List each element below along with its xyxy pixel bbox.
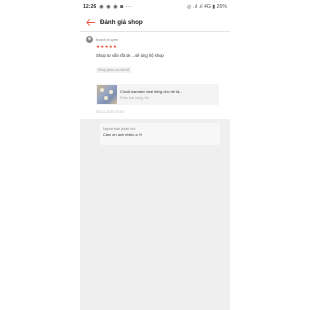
reviewer-row: thanh truyen bbox=[86, 35, 226, 44]
seller-reply-label: Người bán phản hồi: bbox=[103, 127, 136, 131]
background-panel bbox=[80, 119, 230, 310]
product-thumbnail bbox=[97, 85, 117, 104]
signal-battery-indicator: ◎ .ıl .ıl 4G ▮ 26% bbox=[187, 4, 227, 10]
page-title: Đánh giá shop bbox=[100, 18, 143, 26]
status-time: 12:26 bbox=[83, 4, 97, 10]
review-date: 05-01-2019 20:50 bbox=[96, 110, 125, 114]
app-bar: Đánh giá shop bbox=[80, 14, 230, 30]
rating-stars: ★★★★★ bbox=[96, 44, 118, 49]
reviewer-name: thanh truyen bbox=[96, 37, 119, 42]
avatar[interactable] bbox=[86, 36, 93, 43]
seller-reply-text: Cảm ơn anh nhiều ạ !!! bbox=[103, 133, 142, 137]
screen: 12:26 ◉ ◉ ◉ ◙ ··· ◎ .ıl .ıl 4G ▮ 26% Đán… bbox=[80, 0, 230, 310]
header-divider bbox=[80, 31, 230, 32]
notification-icons: ◉ ◉ ◉ ◙ ··· bbox=[99, 4, 133, 10]
review-card: thanh truyen ★★★★★ Shop tư vấn rất ok ..… bbox=[86, 35, 226, 76]
status-bar: 12:26 ◉ ◉ ◉ ◙ ··· ◎ .ıl .ıl 4G ▮ 26% bbox=[80, 0, 230, 14]
review-comment: Shop tư vấn rất ok ...sẽ ủng hộ shop bbox=[96, 53, 164, 58]
product-info: Chuột hamster nhai tiếng cho trẻ tậ... P… bbox=[120, 90, 182, 100]
seller-reply: Người bán phản hồi: Cảm ơn anh nhiều ạ !… bbox=[100, 123, 220, 145]
product-item[interactable]: Chuột hamster nhai tiếng cho trẻ tậ... P… bbox=[96, 84, 219, 105]
product-name: Chuột hamster nhai tiếng cho trẻ tậ... bbox=[120, 89, 183, 94]
product-variant: Phân loại hàng: Hồ bbox=[120, 95, 149, 100]
back-arrow-icon[interactable] bbox=[83, 15, 97, 29]
review-tag: Shop phục vụ rất tốt bbox=[96, 67, 132, 73]
